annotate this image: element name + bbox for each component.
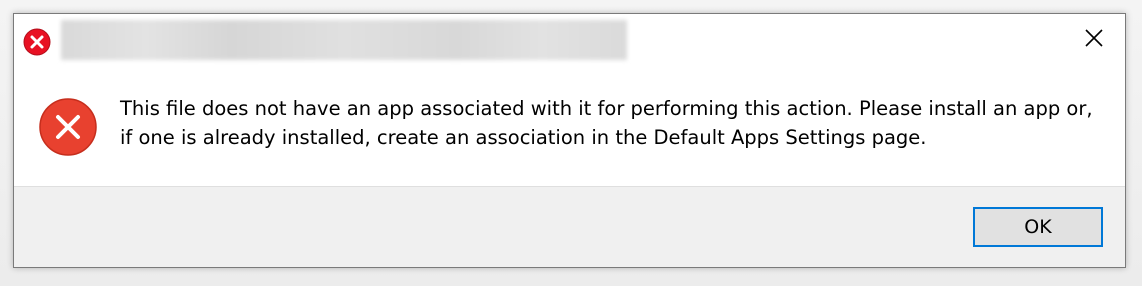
title-bar (14, 14, 1125, 66)
ok-button[interactable]: OK (973, 207, 1103, 247)
error-message: This file does not have an app associate… (120, 97, 1093, 149)
close-button[interactable] (1063, 14, 1125, 66)
window-title (61, 20, 627, 60)
dialog-footer: OK (14, 186, 1125, 267)
error-icon (23, 28, 51, 56)
close-icon (1083, 27, 1105, 53)
error-dialog: This file does not have an app associate… (13, 13, 1126, 268)
error-icon (38, 97, 98, 157)
